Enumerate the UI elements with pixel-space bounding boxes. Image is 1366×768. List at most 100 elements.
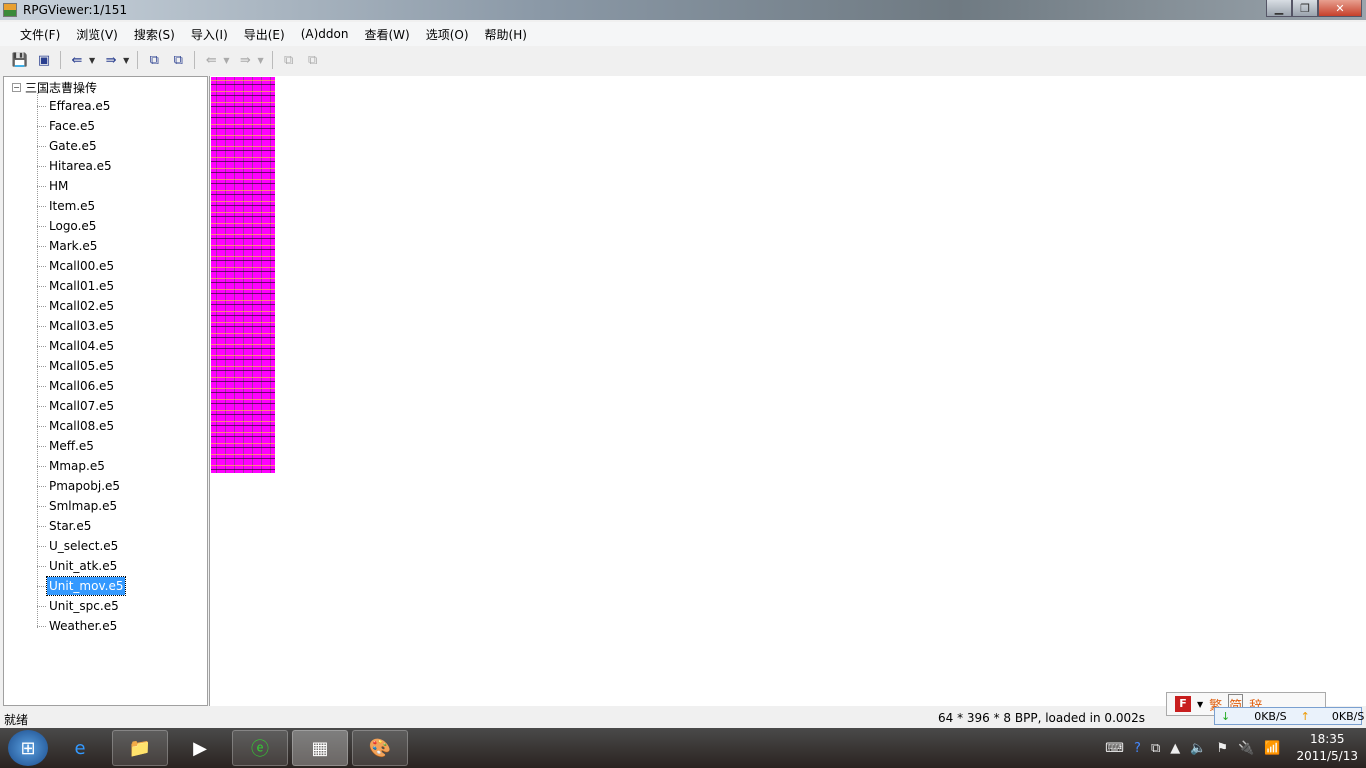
browser-icon[interactable]: ⓔ bbox=[232, 730, 288, 766]
tree-item[interactable]: Pmapobj.e5 bbox=[47, 477, 122, 495]
maximize-button[interactable]: ❐ bbox=[1292, 0, 1318, 17]
ime-dropdown-icon[interactable]: ▼ bbox=[1197, 700, 1203, 709]
system-tray: ⌨ ? ⧉ ▲ 🔈 ⚑ 🔌 📶 18:35 2011/5/13 bbox=[1105, 728, 1358, 768]
ie-icon[interactable]: e bbox=[52, 730, 108, 766]
tree-item[interactable]: Mark.e5 bbox=[47, 237, 99, 255]
tree-item[interactable]: Logo.e5 bbox=[47, 217, 98, 235]
tree-item[interactable]: Mcall01.e5 bbox=[47, 277, 116, 295]
menu-export[interactable]: 导出(E) bbox=[244, 26, 285, 43]
save-all-icon[interactable]: ▣ bbox=[35, 51, 53, 69]
tree-item[interactable]: Mcall00.e5 bbox=[47, 257, 116, 275]
tree-item[interactable]: Mcall05.e5 bbox=[47, 357, 116, 375]
menu-help[interactable]: 帮助(H) bbox=[485, 26, 527, 43]
clock[interactable]: 18:35 2011/5/13 bbox=[1296, 731, 1358, 765]
menu-file[interactable]: 文件(F) bbox=[20, 26, 60, 43]
export-dropdown[interactable]: ▼ bbox=[123, 56, 129, 65]
language-icon[interactable]: ⧉ bbox=[1151, 741, 1160, 756]
keyboard-icon[interactable]: ⌨ bbox=[1105, 741, 1124, 756]
file-tree[interactable]: − 三国志曹操传 Effarea.e5 Face.e5 Gate.e5 Hitarea… bbox=[3, 76, 208, 706]
start-button[interactable]: ⊞ bbox=[8, 730, 48, 766]
minimize-button[interactable]: ▁ bbox=[1266, 0, 1292, 17]
export-all-icon[interactable]: ⧉ bbox=[169, 51, 187, 69]
import-dropdown[interactable]: ▼ bbox=[89, 56, 95, 65]
tree-item[interactable]: Unit_mov.e5 bbox=[45, 576, 127, 596]
tree-item[interactable]: Smlmap.e5 bbox=[47, 497, 119, 515]
tree-line bbox=[37, 366, 46, 367]
tree-item[interactable]: Mmap.e5 bbox=[47, 457, 107, 475]
tree-line bbox=[37, 166, 46, 167]
tree-item[interactable]: Mcall02.e5 bbox=[47, 297, 116, 315]
menu-search[interactable]: 搜索(S) bbox=[134, 26, 175, 43]
explorer-icon[interactable]: 📁 bbox=[112, 730, 168, 766]
tree-item[interactable]: Mcall07.e5 bbox=[47, 397, 116, 415]
tree-line bbox=[37, 126, 46, 127]
help-icon[interactable]: ? bbox=[1134, 741, 1141, 756]
action-center-flag-icon[interactable]: ⚑ bbox=[1216, 741, 1228, 756]
tree-line bbox=[37, 566, 46, 567]
export-icon[interactable]: ⇛ bbox=[102, 51, 120, 69]
tree-item[interactable]: Weather.e5 bbox=[47, 617, 119, 635]
menu-options[interactable]: 选项(O) bbox=[426, 26, 469, 43]
tree-line bbox=[37, 266, 46, 267]
tree-line bbox=[37, 506, 46, 507]
tree-line bbox=[37, 486, 46, 487]
tree-item[interactable]: Unit_atk.e5 bbox=[47, 557, 119, 575]
tree-item[interactable]: HM bbox=[47, 177, 70, 195]
tree-line bbox=[37, 466, 46, 467]
ime-logo[interactable]: F bbox=[1175, 696, 1191, 712]
image-view bbox=[209, 76, 1366, 706]
tree-item[interactable]: Star.e5 bbox=[47, 517, 93, 535]
tree-item[interactable]: Hitarea.e5 bbox=[47, 157, 114, 175]
tree-item[interactable]: Mcall06.e5 bbox=[47, 377, 116, 395]
volume-icon[interactable]: 🔈 bbox=[1190, 741, 1206, 756]
import-all-icon[interactable]: ⧉ bbox=[145, 51, 163, 69]
clock-date: 2011/5/13 bbox=[1296, 749, 1358, 763]
power-icon[interactable]: 🔌 bbox=[1238, 741, 1254, 756]
tree-item[interactable]: Face.e5 bbox=[47, 117, 97, 135]
dropdown[interactable]: ▼ bbox=[257, 56, 263, 65]
tree-line bbox=[37, 526, 46, 527]
collapse-icon[interactable]: − bbox=[12, 83, 21, 92]
save-icon[interactable]: 💾 bbox=[11, 51, 29, 69]
menu-addon[interactable]: (A)ddon bbox=[301, 27, 349, 41]
tree-line bbox=[37, 286, 46, 287]
upload-arrow-icon: ↑ bbox=[1300, 709, 1310, 723]
show-hidden-icons[interactable]: ▲ bbox=[1170, 741, 1180, 756]
download-speed: 0KB/S bbox=[1254, 709, 1287, 723]
dropdown[interactable]: ▼ bbox=[223, 56, 229, 65]
media-player-icon[interactable]: ▶ bbox=[172, 730, 228, 766]
tree-line bbox=[37, 186, 46, 187]
tree-item[interactable]: Gate.e5 bbox=[47, 137, 99, 155]
tree-item[interactable]: Meff.e5 bbox=[47, 437, 96, 455]
tree-item[interactable]: Item.e5 bbox=[47, 197, 97, 215]
tree-item[interactable]: Mcall08.e5 bbox=[47, 417, 116, 435]
separator bbox=[194, 51, 196, 69]
image-info: 64 * 396 * 8 BPP, loaded in 0.002s bbox=[938, 711, 1146, 725]
network-icon[interactable]: 📶 bbox=[1264, 741, 1280, 756]
export-disabled-icon[interactable]: ⇛ bbox=[236, 51, 254, 69]
title-bar: RPGViewer:1/151 ▁ ❐ ✕ bbox=[0, 0, 1366, 20]
import-disabled-icon[interactable]: ⇚ bbox=[202, 51, 220, 69]
tree-line bbox=[37, 546, 46, 547]
paint-icon[interactable]: 🎨 bbox=[352, 730, 408, 766]
menu-view[interactable]: 查看(W) bbox=[364, 26, 409, 43]
menu-import[interactable]: 导入(I) bbox=[191, 26, 228, 43]
tree-line bbox=[37, 246, 46, 247]
tree-item[interactable]: U_select.e5 bbox=[47, 537, 120, 555]
menu-browse[interactable]: 浏览(V) bbox=[76, 26, 118, 43]
tree-item[interactable]: Mcall04.e5 bbox=[47, 337, 116, 355]
status-bar: 就绪 64 * 396 * 8 BPP, loaded in 0.002s bbox=[0, 708, 1366, 728]
tree-root[interactable]: − 三国志曹操传 bbox=[12, 79, 97, 96]
copy-disabled-icon[interactable]: ⧉ bbox=[280, 51, 298, 69]
import-icon[interactable]: ⇚ bbox=[68, 51, 86, 69]
separator bbox=[60, 51, 61, 69]
net-speed: ↓ 0KB/S ↑ 0KB/S bbox=[1214, 707, 1365, 725]
paste-disabled-icon[interactable]: ⧉ bbox=[304, 51, 322, 69]
upload-speed: 0KB/S bbox=[1331, 709, 1365, 723]
tree-item[interactable]: Effarea.e5 bbox=[47, 97, 112, 115]
tree-item[interactable]: Unit_spc.e5 bbox=[47, 597, 121, 615]
separator bbox=[271, 51, 273, 69]
close-button[interactable]: ✕ bbox=[1318, 0, 1362, 17]
tree-item[interactable]: Mcall03.e5 bbox=[47, 317, 116, 335]
rpgviewer-task-icon[interactable]: ▦ bbox=[292, 730, 348, 766]
